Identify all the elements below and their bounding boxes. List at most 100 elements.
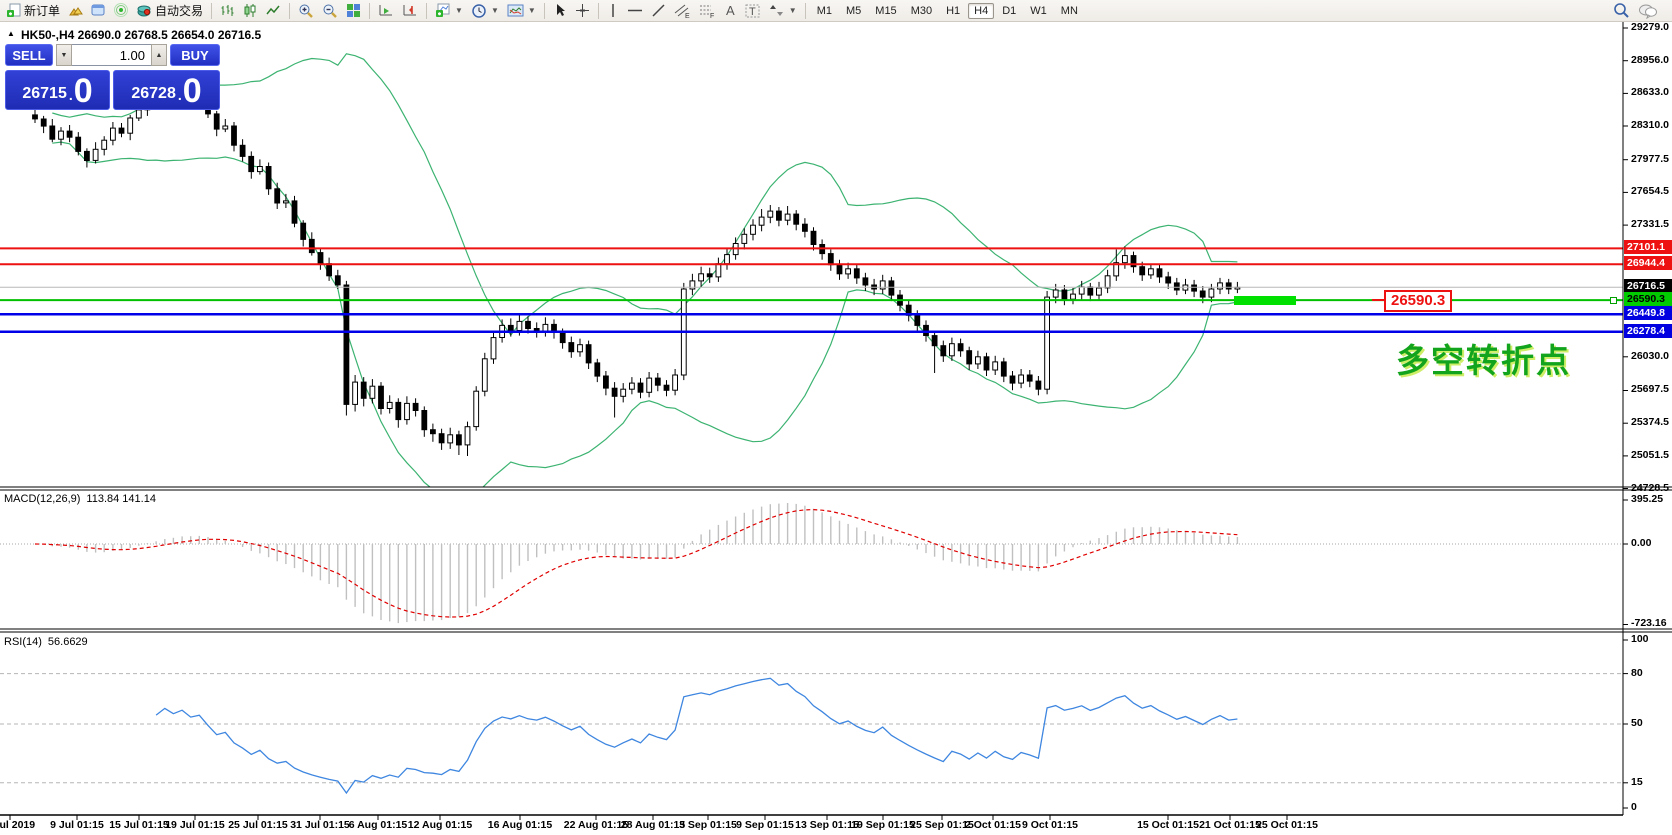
price-level-label: 26590.3 bbox=[1624, 292, 1672, 306]
volume-increase-button[interactable]: ▲ bbox=[151, 44, 167, 66]
macd-axis-tick: -723.16 bbox=[1631, 617, 1667, 629]
toolbar-separator bbox=[544, 3, 545, 19]
svg-text:E: E bbox=[685, 13, 690, 19]
price-axis-tick: 28310.0 bbox=[1631, 119, 1669, 131]
tf-button-M15[interactable]: M15 bbox=[869, 3, 902, 19]
trendline-tool-button[interactable] bbox=[647, 2, 670, 20]
zoom-out-button[interactable] bbox=[318, 2, 342, 20]
macd-axis-tick: 395.25 bbox=[1631, 493, 1663, 505]
search-button[interactable] bbox=[1609, 2, 1634, 20]
time-axis-label: 9 Oct 01:15 bbox=[1005, 819, 1095, 831]
rsi-axis-tick: 15 bbox=[1631, 776, 1643, 788]
price-axis-tick: 28956.0 bbox=[1631, 54, 1669, 66]
tile-windows-button[interactable] bbox=[342, 2, 365, 20]
signals-button[interactable] bbox=[110, 2, 133, 20]
indicators-button[interactable]: ▼ bbox=[431, 2, 467, 20]
chart-shift-icon bbox=[402, 3, 418, 18]
price-axis-tick: 27654.5 bbox=[1631, 185, 1669, 197]
text-label-tool-button[interactable]: T bbox=[741, 2, 765, 20]
tf-button-M5[interactable]: M5 bbox=[840, 3, 867, 19]
buy-button[interactable]: BUY bbox=[170, 44, 220, 66]
tf-button-MN[interactable]: MN bbox=[1055, 3, 1084, 19]
buy-price-display[interactable]: 26728.0 bbox=[113, 70, 220, 110]
chevron-down-icon: ▼ bbox=[528, 6, 536, 15]
price-callout-label[interactable]: 26590.3 bbox=[1384, 290, 1452, 312]
chinese-annotation-text[interactable]: 多空转折点 bbox=[1396, 334, 1571, 382]
new-order-button[interactable]: 新订单 bbox=[2, 2, 64, 20]
chart-shift-button[interactable] bbox=[398, 2, 422, 20]
equidistant-channel-tool-button[interactable]: E bbox=[670, 2, 695, 20]
tf-button-H1[interactable]: H1 bbox=[940, 3, 966, 19]
rsi-label: RSI(14)56.6629 bbox=[4, 636, 88, 648]
tf-button-M1[interactable]: M1 bbox=[811, 3, 838, 19]
price-axis-tick: 25374.5 bbox=[1631, 416, 1669, 428]
chevron-down-icon: ▼ bbox=[455, 6, 463, 15]
price-axis-tick: 25697.5 bbox=[1631, 383, 1669, 395]
fibonacci-tool-button[interactable]: F bbox=[695, 2, 720, 20]
buy-price-pips: 0 bbox=[183, 78, 202, 106]
line-chart-icon bbox=[266, 3, 281, 18]
price-axis-tick: 28633.0 bbox=[1631, 86, 1669, 98]
crosshair-tool-button[interactable] bbox=[571, 2, 594, 20]
horizontal-line-icon bbox=[627, 3, 643, 18]
rsi-axis-tick: 80 bbox=[1631, 667, 1643, 679]
volume-input[interactable] bbox=[72, 44, 151, 66]
tf-button-D1[interactable]: D1 bbox=[996, 3, 1022, 19]
svg-text:T: T bbox=[749, 6, 756, 18]
chart-title: HK50-,H4 26690.0 26768.5 26654.0 26716.5 bbox=[21, 28, 261, 42]
tf-button-H4[interactable]: H4 bbox=[968, 3, 994, 19]
rsi-axis-tick: 50 bbox=[1631, 717, 1643, 729]
macd-name: MACD(12,26,9) bbox=[4, 493, 80, 505]
sell-price-display[interactable]: 26715.0 bbox=[5, 70, 110, 110]
price-level-label: 26278.4 bbox=[1624, 324, 1672, 338]
autotrading-button[interactable]: 自动交易 bbox=[133, 2, 207, 20]
text-tool-button[interactable]: A bbox=[720, 2, 741, 20]
periods-button[interactable]: ▼ bbox=[467, 2, 503, 20]
timeframe-button-group: M1M5M15M30H1H4D1W1MN bbox=[810, 3, 1085, 19]
price-axis-tick: 24728.5 bbox=[1631, 482, 1669, 494]
macd-axis-tick: 0.00 bbox=[1631, 537, 1651, 549]
line-chart-mode-button[interactable] bbox=[262, 2, 285, 20]
gold-icon bbox=[68, 3, 83, 18]
zoom-out-icon bbox=[322, 3, 338, 19]
vertical-line-tool-button[interactable] bbox=[603, 2, 623, 20]
toolbar-separator bbox=[369, 3, 370, 19]
cursor-icon bbox=[553, 3, 567, 18]
chart-canvas[interactable] bbox=[0, 0, 1672, 835]
bar-chart-mode-button[interactable] bbox=[216, 2, 239, 20]
sell-button[interactable]: SELL bbox=[5, 44, 53, 66]
autotrading-icon bbox=[137, 3, 152, 18]
collapse-chart-icon[interactable]: ▲ bbox=[7, 29, 15, 38]
buy-price-main: 26728 bbox=[131, 86, 176, 102]
zoom-in-button[interactable] bbox=[294, 2, 318, 20]
green-highlight-segment[interactable] bbox=[1234, 296, 1296, 305]
cursor-tool-button[interactable] bbox=[549, 2, 571, 20]
macd-values: 113.84 141.14 bbox=[86, 493, 156, 505]
horizontal-line-tool-button[interactable] bbox=[623, 2, 647, 20]
price-level-label: 26944.4 bbox=[1624, 256, 1672, 270]
volume-stepper: ▼ ▲ bbox=[56, 44, 167, 66]
crosshair-icon bbox=[575, 3, 590, 18]
vertical-line-icon bbox=[607, 3, 619, 18]
chat-button[interactable] bbox=[1634, 2, 1662, 20]
auto-scroll-button[interactable] bbox=[374, 2, 398, 20]
templates-button[interactable]: ▼ bbox=[503, 2, 540, 20]
toolbar-separator bbox=[211, 3, 212, 19]
chevron-down-icon: ▼ bbox=[789, 6, 797, 15]
terminal-button[interactable] bbox=[87, 2, 110, 20]
volume-decrease-button[interactable]: ▼ bbox=[56, 44, 72, 66]
market-watch-button[interactable] bbox=[64, 2, 87, 20]
candlestick-mode-button[interactable] bbox=[239, 2, 262, 20]
trendline-icon bbox=[651, 3, 666, 18]
signals-icon bbox=[114, 3, 129, 18]
sell-price-main: 26715 bbox=[22, 86, 67, 102]
tf-button-M30[interactable]: M30 bbox=[905, 3, 938, 19]
toolbar-separator bbox=[289, 3, 290, 19]
callout-connector bbox=[1372, 299, 1384, 301]
hline-drag-handle[interactable] bbox=[1610, 297, 1617, 304]
search-icon bbox=[1613, 2, 1630, 19]
text-label-icon: T bbox=[745, 3, 761, 19]
arrows-tool-button[interactable]: ▼ bbox=[765, 2, 801, 20]
tf-button-W1[interactable]: W1 bbox=[1024, 3, 1053, 19]
rsi-value: 56.6629 bbox=[48, 636, 88, 648]
